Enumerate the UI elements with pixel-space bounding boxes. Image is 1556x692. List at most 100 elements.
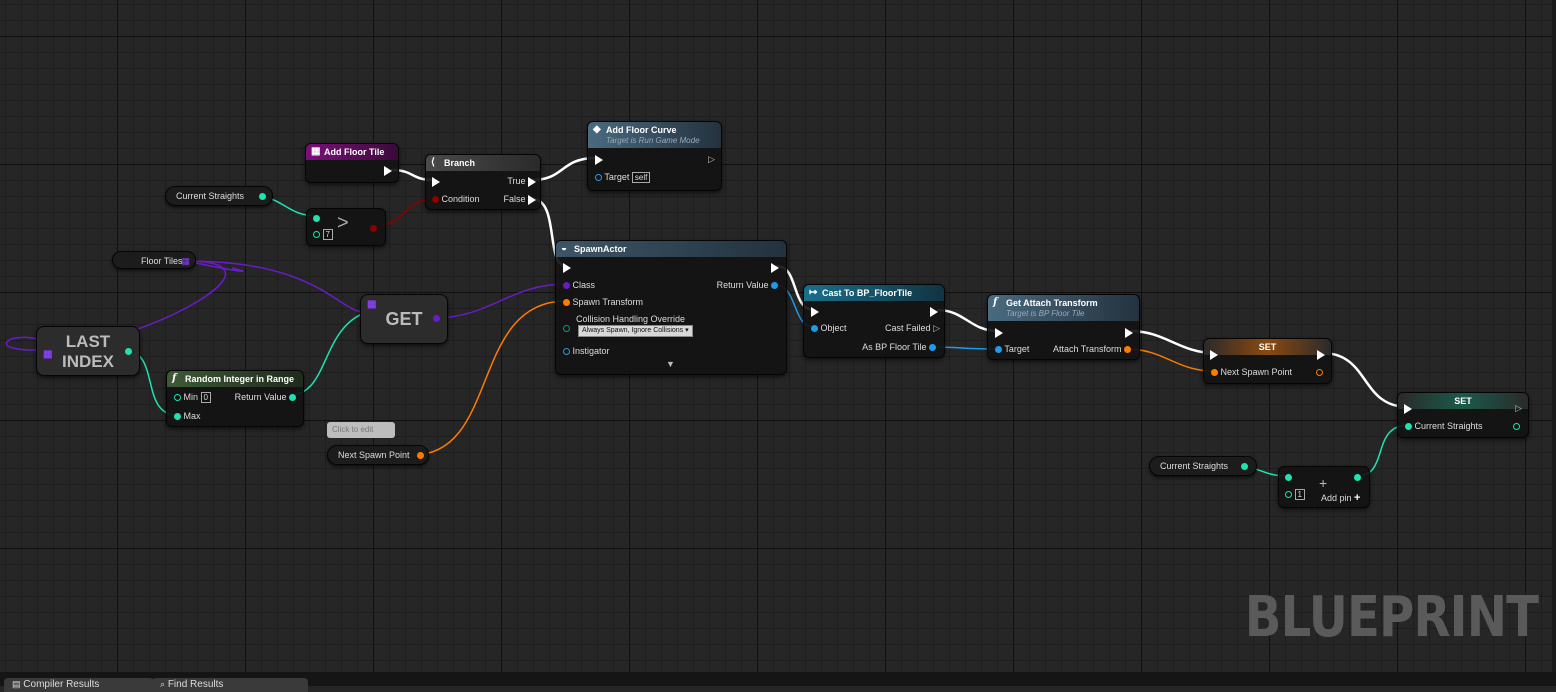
add-floor-tile-event-node[interactable]: ▦ Add Floor Tile (305, 143, 399, 183)
return-value-pin[interactable]: Return Value (717, 280, 778, 290)
expand-arrow-icon[interactable]: ▼ (666, 359, 675, 369)
object-out-pin[interactable] (433, 315, 440, 322)
node-header: ↦ Cast To BP_FloorTile (804, 285, 944, 301)
pin-label: Cast Failed (885, 323, 931, 333)
exec-in-pin[interactable] (995, 327, 1003, 338)
node-title: GET (385, 309, 423, 329)
node-header: f Get Attach Transform Target is BP Floo… (988, 295, 1139, 321)
pin-label: Next Spawn Point (1220, 367, 1293, 377)
min-value-box[interactable]: 0 (200, 392, 211, 404)
exec-out-pin[interactable]: ▷ (700, 154, 715, 165)
array-out-pin[interactable]: ▦ (181, 252, 190, 270)
int-out-pin[interactable] (259, 193, 266, 200)
max-pin[interactable]: Max (174, 411, 201, 421)
function-icon: f (993, 297, 998, 308)
exec-out-pin[interactable] (384, 165, 392, 176)
array-in-pin[interactable]: ▦ (367, 281, 376, 329)
add-operator-icon: + (1319, 475, 1328, 491)
exec-out-pin[interactable] (1317, 349, 1325, 360)
attach-transform-pin[interactable]: Attach Transform (1053, 344, 1131, 354)
current-straights-getter[interactable]: Current Straights (1149, 456, 1257, 476)
tab-compiler-results[interactable]: ▤ Compiler Results (4, 678, 154, 692)
comment-bubble[interactable]: Click to edit (327, 422, 395, 438)
exec-out-pin[interactable]: ▷ (1515, 403, 1522, 414)
cast-failed-pin[interactable]: Cast Failed ▷ (885, 323, 940, 334)
search-icon: ⌕ (160, 679, 166, 689)
next-spawn-point-in-pin[interactable]: Next Spawn Point (1211, 367, 1292, 377)
true-pin[interactable]: True (507, 176, 536, 187)
int-in-pin-b[interactable]: 1 (1285, 489, 1305, 501)
spawn-actor-node[interactable]: ◒ SpawnActor Class Return Value Spawn Tr… (555, 240, 787, 375)
transform-out-pin[interactable] (417, 452, 424, 459)
random-integer-in-range-node[interactable]: f Random Integer in Range Min 0 Return V… (166, 370, 304, 427)
pin-label: Class (572, 280, 596, 290)
add-floor-curve-node[interactable]: ◆ Add Floor Curve Target is Run Game Mod… (587, 121, 722, 191)
current-straights-in-pin[interactable]: Current Straights (1405, 421, 1483, 431)
floor-tiles-getter[interactable]: Floor Tiles ▦ (112, 251, 196, 269)
int-out-pin[interactable] (1513, 421, 1520, 431)
spawn-transform-pin[interactable]: Spawn Transform (563, 297, 643, 307)
add-pin-label: Add pin (1321, 493, 1352, 503)
exec-in-pin[interactable] (1210, 349, 1218, 360)
collision-dropdown[interactable]: Always Spawn, Ignore Collisions ▾ (578, 325, 693, 337)
event-icon: ▦ (311, 146, 321, 157)
transform-out-pin[interactable] (1316, 367, 1323, 377)
object-pin[interactable]: Object (811, 323, 847, 333)
node-header: ◆ Add Floor Curve Target is Run Game Mod… (588, 122, 721, 148)
exec-in-pin[interactable] (432, 176, 440, 187)
pin-label: Target (604, 172, 630, 182)
set-next-spawn-point-node[interactable]: SET Next Spawn Point (1203, 338, 1332, 384)
tab-label: Compiler Results (23, 679, 100, 690)
add-pin-button[interactable]: Add pin + (1321, 492, 1360, 504)
node-header: f Random Integer in Range (167, 371, 303, 387)
bool-out-pin[interactable] (370, 223, 377, 233)
false-pin[interactable]: False (503, 194, 536, 205)
int-in-pin-b[interactable]: 7 (313, 229, 333, 241)
target-pin[interactable]: Target (995, 344, 1029, 354)
cast-to-bp-floortile-node[interactable]: ↦ Cast To BP_FloorTile Object Cast Faile… (803, 284, 945, 358)
condition-pin[interactable]: Condition (432, 194, 480, 204)
array-in-pin[interactable]: ▦ (43, 345, 52, 365)
exec-in-pin[interactable] (811, 306, 819, 317)
pin-label: Object (820, 323, 847, 333)
node-title: Add Floor Tile (324, 147, 385, 157)
variable-label: Current Straights (1160, 461, 1229, 471)
greater-than-node[interactable]: 7 > (306, 208, 386, 246)
node-header: ▦ Add Floor Tile (306, 144, 398, 160)
min-pin[interactable]: Min 0 (174, 392, 211, 404)
int-in-pin-a[interactable] (313, 213, 320, 223)
target-pin[interactable]: Target self (595, 172, 651, 184)
next-spawn-point-getter[interactable]: Next Spawn Point (327, 445, 429, 465)
pin-label: Attach Transform (1052, 344, 1122, 354)
exec-in-pin[interactable] (563, 262, 571, 273)
class-pin[interactable]: Class (563, 280, 595, 290)
function-icon: f (172, 373, 177, 384)
exec-out-pin[interactable] (771, 262, 779, 273)
instigator-pin[interactable]: Instigator (563, 346, 610, 356)
int-out-pin[interactable] (1241, 463, 1248, 470)
return-value-pin[interactable]: Return Value (235, 392, 296, 402)
get-attach-transform-node[interactable]: f Get Attach Transform Target is BP Floo… (987, 294, 1140, 360)
array-get-node[interactable]: ▦ GET (360, 294, 448, 344)
int-in-pin-a[interactable] (1285, 472, 1292, 482)
int-out-pin[interactable] (1354, 472, 1361, 482)
compare-value-box[interactable]: 7 (322, 229, 333, 241)
pin-label: Instigator (572, 346, 610, 356)
exec-in-pin[interactable] (1404, 403, 1412, 414)
current-straights-getter[interactable]: Current Straights (165, 186, 273, 206)
target-value-box[interactable]: self (631, 172, 651, 184)
exec-out-pin[interactable] (1125, 327, 1133, 338)
add-int-node[interactable]: 1 + Add pin + (1278, 466, 1370, 508)
blueprint-graph-canvas[interactable]: ▦ Add Floor Tile ⟨ Branch True Condition… (0, 0, 1556, 672)
exec-in-pin[interactable] (595, 154, 603, 165)
last-index-node[interactable]: ▦ LAST INDEX (36, 326, 140, 376)
set-current-straights-node[interactable]: SET ▷ Current Straights (1397, 392, 1529, 438)
as-bp-floor-tile-pin[interactable]: As BP Floor Tile (862, 342, 936, 352)
branch-node[interactable]: ⟨ Branch True Condition False (425, 154, 541, 210)
exec-out-pin[interactable] (930, 306, 938, 317)
tab-find-results[interactable]: ⌕ Find Results (152, 678, 308, 692)
dropdown-value: Always Spawn, Ignore Collisions (582, 327, 684, 334)
exec-wire (1129, 329, 1215, 355)
add-value-box[interactable]: 1 (1294, 489, 1305, 501)
int-out-pin[interactable] (125, 348, 132, 355)
